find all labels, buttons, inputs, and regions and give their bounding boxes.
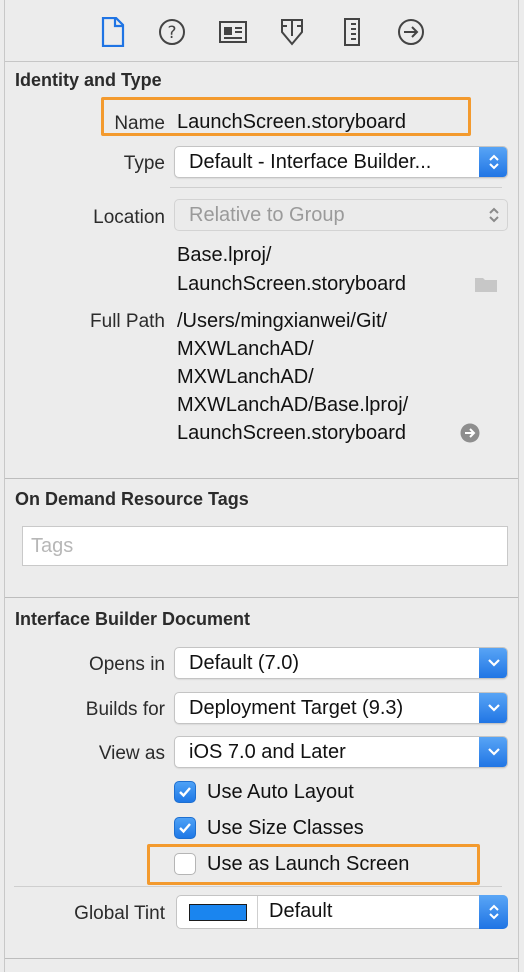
chevron-down-icon <box>479 648 507 678</box>
global-tint-color-well[interactable]: Default <box>176 895 508 929</box>
full-path-line: MXWLanchAD/ <box>177 338 314 360</box>
view-as-value: iOS 7.0 and Later <box>189 741 346 763</box>
name-highlight-box <box>101 97 471 136</box>
global-tint-label: Global Tint <box>74 903 165 924</box>
chevron-down-icon <box>479 693 507 723</box>
builds-for-value: Deployment Target (9.3) <box>189 697 404 719</box>
file-inspector-icon[interactable] <box>99 16 127 48</box>
full-path-line: /Users/mingxianwei/Git/ <box>177 310 388 332</box>
tags-input[interactable]: Tags <box>22 526 508 566</box>
global-tint-value: Default <box>269 900 333 922</box>
quick-help-icon[interactable]: ? <box>158 16 186 48</box>
builds-for-popup[interactable]: Deployment Target (9.3) <box>174 692 508 724</box>
location-popup[interactable]: Relative to Group <box>174 199 508 231</box>
auto-layout-label[interactable]: Use Auto Layout <box>207 781 354 804</box>
view-as-label: View as <box>98 743 165 764</box>
full-path-label: Full Path <box>90 311 165 332</box>
svg-text:?: ? <box>167 23 176 43</box>
identity-section-title: Identity and Type <box>15 70 162 90</box>
divider <box>170 187 502 188</box>
builds-for-label: Builds for <box>85 699 165 720</box>
opens-in-popup[interactable]: Default (7.0) <box>174 647 508 679</box>
size-classes-checkbox[interactable] <box>174 817 196 839</box>
view-as-popup[interactable]: iOS 7.0 and Later <box>174 736 508 768</box>
type-label: Type <box>123 153 165 174</box>
location-popup-value: Relative to Group <box>189 204 345 226</box>
on-demand-section-title: On Demand Resource Tags <box>15 489 249 509</box>
popup-arrows-icon <box>479 147 507 177</box>
reveal-in-finder-icon[interactable] <box>460 423 480 448</box>
section-divider <box>5 597 518 598</box>
full-path-line: MXWLanchAD/Base.lproj/ <box>177 394 409 416</box>
tint-color-swatch <box>189 904 247 921</box>
relative-path-line: Base.lproj/ <box>177 244 272 266</box>
chevron-down-icon <box>479 737 507 767</box>
identity-inspector-icon[interactable] <box>219 16 247 48</box>
file-inspector-panel: ? Identity and Type Name LaunchScreen.st… <box>4 0 519 972</box>
popup-arrows-icon <box>479 200 507 230</box>
opens-in-value: Default (7.0) <box>189 652 300 674</box>
auto-layout-checkbox[interactable] <box>174 781 196 803</box>
checkmark-icon <box>179 823 191 834</box>
type-popup-value: Default - Interface Builder... <box>189 151 432 173</box>
toolbar-divider <box>5 61 518 62</box>
popup-arrows-icon <box>479 895 508 929</box>
type-popup[interactable]: Default - Interface Builder... <box>174 146 508 178</box>
divider <box>14 886 502 887</box>
size-inspector-icon[interactable] <box>338 16 366 48</box>
checkmark-icon <box>179 787 191 798</box>
ib-document-section-title: Interface Builder Document <box>15 609 251 629</box>
full-path-line: LaunchScreen.storyboard <box>177 422 407 444</box>
section-divider <box>5 478 518 479</box>
launch-screen-highlight-box <box>147 844 480 885</box>
opens-in-label: Opens in <box>88 654 165 675</box>
full-path-line: MXWLanchAD/ <box>177 366 314 388</box>
folder-icon[interactable] <box>474 275 498 298</box>
attributes-inspector-icon[interactable] <box>278 16 306 48</box>
size-classes-label[interactable]: Use Size Classes <box>207 817 364 840</box>
relative-path-line: LaunchScreen.storyboard <box>177 273 407 295</box>
connections-inspector-icon[interactable] <box>397 16 425 48</box>
location-label: Location <box>93 207 165 228</box>
well-divider <box>257 896 258 928</box>
section-divider <box>5 958 518 959</box>
